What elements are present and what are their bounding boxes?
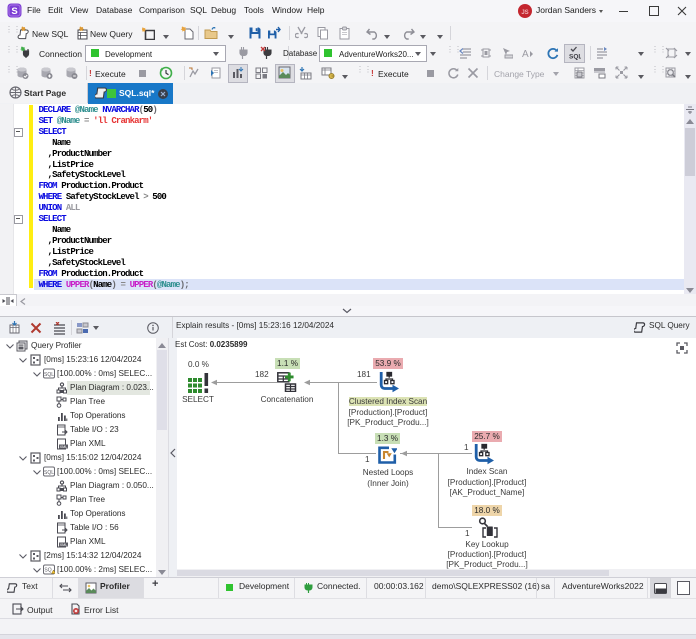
svg-text:SQL: SQL: [44, 470, 54, 476]
svg-text:SQL: SQL: [44, 372, 54, 378]
svg-text:A: A: [522, 49, 529, 59]
svg-text:S: S: [11, 6, 17, 17]
svg-text:XML: XML: [60, 543, 68, 547]
svg-text:SQ: SQ: [44, 568, 51, 574]
svg-text:JS: JS: [521, 10, 528, 16]
svg-text:XML: XML: [60, 445, 68, 449]
svg-text:SQL: SQL: [569, 54, 581, 61]
